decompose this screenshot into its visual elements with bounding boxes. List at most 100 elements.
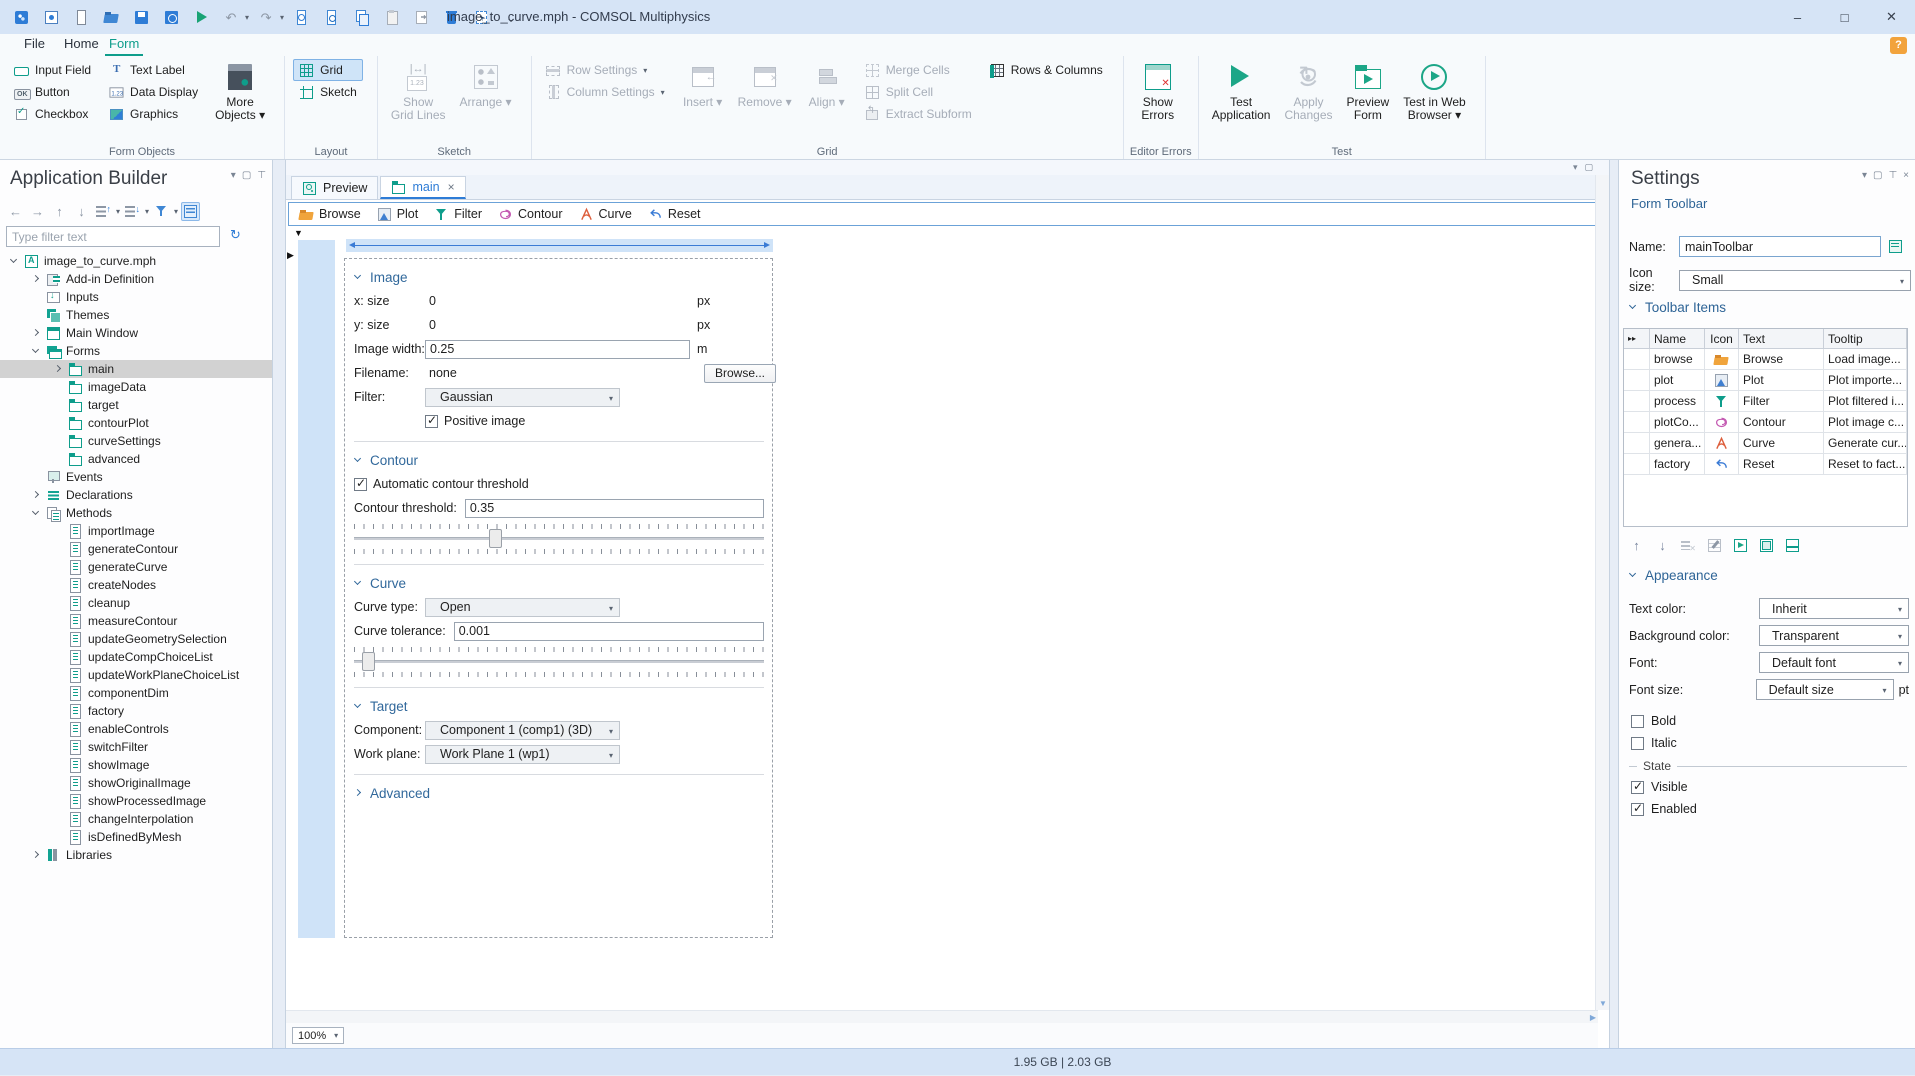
table-row[interactable]: factory Reset Reset to fact...	[1624, 454, 1907, 475]
ribbon-tab-form[interactable]: Form	[105, 34, 144, 56]
slider-handle[interactable]	[361, 652, 375, 671]
tree-item-curveSettings[interactable]: curveSettings	[0, 432, 272, 450]
more-objects-button[interactable]: More Objects ▾	[210, 59, 270, 122]
graphics-button[interactable]: Graphics	[103, 103, 204, 125]
tree-item-showImage[interactable]: showImage	[0, 756, 272, 774]
row-selector[interactable]	[1624, 454, 1650, 474]
slider-handle[interactable]	[488, 529, 502, 548]
enabled-checkbox[interactable]	[1631, 801, 1644, 816]
checkbox-button[interactable]: Checkbox	[8, 103, 97, 125]
help-button[interactable]: ?	[1890, 37, 1907, 54]
float-icon[interactable]: ▢	[1584, 162, 1593, 173]
chevron-down-icon[interactable]: ▾	[1862, 170, 1867, 181]
column-marker-icon[interactable]: ▼	[294, 228, 303, 238]
tree-item-isDefinedByMesh[interactable]: isDefinedByMesh	[0, 828, 272, 846]
column-header-text[interactable]: Text	[1739, 329, 1824, 348]
section-header-advanced[interactable]: Advanced	[354, 781, 764, 805]
tree-item-contourPlot[interactable]: contourPlot	[0, 414, 272, 432]
add-button-button[interactable]	[1731, 536, 1750, 555]
font-combo[interactable]: Default font ▾	[1759, 652, 1909, 673]
slider[interactable]	[354, 522, 764, 556]
arrow-down-button[interactable]	[72, 202, 91, 221]
pin-icon[interactable]: ⊤	[1888, 170, 1897, 181]
plot-toolbar-button[interactable]: Plot	[377, 207, 418, 222]
vertical-scrollbar[interactable]: ▼	[1595, 175, 1609, 1010]
preview-doc-button[interactable]	[288, 5, 314, 29]
tree-toggle-button[interactable]	[181, 202, 201, 221]
window-dot-button[interactable]	[38, 5, 64, 29]
tree-item-updateWorkPlaneChoiceList[interactable]: updateWorkPlaneChoiceList	[0, 666, 272, 684]
app-logo-button[interactable]	[8, 5, 34, 29]
bold-checkbox[interactable]	[1631, 714, 1644, 728]
tree-item-generateContour[interactable]: generateContour	[0, 540, 272, 558]
tree-item-Events[interactable]: Events	[0, 468, 272, 486]
chevron-right-icon[interactable]	[32, 329, 41, 338]
horizontal-scrollbar[interactable]: ▶	[286, 1010, 1598, 1023]
tree-filter-input[interactable]	[6, 226, 220, 247]
tree-item-Declarations[interactable]: Declarations	[0, 486, 272, 504]
list-up-button[interactable]	[94, 202, 113, 221]
tree-item-factory[interactable]: factory	[0, 702, 272, 720]
preview-form-button[interactable]: Preview Form	[1342, 59, 1395, 122]
chevron-right-icon[interactable]	[32, 851, 41, 860]
row-selector[interactable]	[1624, 412, 1650, 432]
chevron-right-icon[interactable]	[32, 491, 41, 500]
close-icon[interactable]: ×	[448, 180, 455, 194]
data-display-button[interactable]: 1.23 Data Display	[103, 81, 204, 103]
italic-checkbox[interactable]	[1631, 736, 1644, 750]
paste-button[interactable]	[378, 5, 404, 29]
search-doc-button[interactable]	[318, 5, 344, 29]
delete-item-button[interactable]	[1679, 536, 1698, 555]
close-button[interactable]: ✕	[1868, 0, 1915, 34]
zoom-level-combo[interactable]: 100% ▾	[292, 1027, 345, 1044]
float-icon[interactable]: ▢	[1873, 170, 1882, 181]
scroll-right-icon[interactable]: ▶	[1590, 1013, 1596, 1022]
tree-item-Inputs[interactable]: Inputs	[0, 288, 272, 306]
visible-checkbox[interactable]	[1631, 779, 1644, 794]
text-color-combo[interactable]: Inherit ▾	[1759, 598, 1909, 619]
table-row[interactable]: browse Browse Load image...	[1624, 349, 1907, 370]
pin-icon[interactable]: ⊤	[257, 170, 266, 181]
column-header-name[interactable]: Name	[1650, 329, 1705, 348]
toolbar-items-table[interactable]: ▸▸ Name Icon Text Tooltip browse Browse Load im…	[1623, 328, 1908, 527]
form-design-canvas[interactable]: ▼ ▶ Image x: size 0 px y: size 0 px Image width…	[286, 228, 1598, 1010]
tree-item-showOriginalImage[interactable]: showOriginalImage	[0, 774, 272, 792]
rows-columns-button[interactable]: Rows & Columns	[984, 59, 1109, 81]
toolbar-items-section-header[interactable]: Toolbar Items	[1629, 300, 1726, 315]
arrow-up-button[interactable]	[50, 202, 69, 221]
chevron-down-icon[interactable]	[32, 347, 41, 356]
curve-toolbar-button[interactable]: Curve	[579, 207, 632, 222]
filter-toolbar-button[interactable]: Filter	[434, 207, 482, 222]
browse-toolbar-button[interactable]: Browse	[299, 207, 361, 222]
tree-item-enableControls[interactable]: enableControls	[0, 720, 272, 738]
close-icon[interactable]: ×	[1903, 170, 1909, 181]
add-separator-button[interactable]	[1783, 536, 1802, 555]
chevron-right-icon[interactable]	[32, 275, 41, 284]
grid-button[interactable]: Grid	[293, 59, 363, 81]
ribbon-tab-home[interactable]: Home	[60, 34, 103, 56]
edit-table-button[interactable]	[1705, 536, 1724, 555]
checkbox[interactable]	[354, 476, 367, 491]
show-errors-button[interactable]: Show Errors	[1132, 59, 1184, 122]
maximize-button[interactable]: □	[1821, 0, 1868, 34]
undo-button[interactable]	[218, 5, 244, 29]
chevron-down-icon[interactable]: ▾	[280, 13, 284, 22]
minimize-button[interactable]: –	[1774, 0, 1821, 34]
field-combo[interactable]: Open ▾	[425, 597, 620, 617]
paste-doc-button[interactable]	[408, 5, 434, 29]
arrow-right-button[interactable]	[28, 202, 47, 221]
tree-item-Add-in-Definition[interactable]: Add-in Definition	[0, 270, 272, 288]
tree-item-imageData[interactable]: imageData	[0, 378, 272, 396]
ribbon-tab-file[interactable]: File	[20, 34, 49, 56]
rename-button[interactable]	[1886, 237, 1905, 256]
tree-item-image-to-curve-mph[interactable]: image_to_curve.mph	[0, 252, 272, 270]
field-input[interactable]	[425, 339, 690, 359]
run-button[interactable]	[188, 5, 214, 29]
chevron-right-icon[interactable]	[54, 365, 63, 374]
tree-item-showProcessedImage[interactable]: showProcessedImage	[0, 792, 272, 810]
slider[interactable]	[354, 645, 764, 679]
icon-size-combo[interactable]: Small ▾	[1679, 269, 1911, 291]
column-header-tooltip[interactable]: Tooltip	[1824, 329, 1907, 348]
tree-item-generateCurve[interactable]: generateCurve	[0, 558, 272, 576]
row-selector[interactable]	[1624, 349, 1650, 369]
